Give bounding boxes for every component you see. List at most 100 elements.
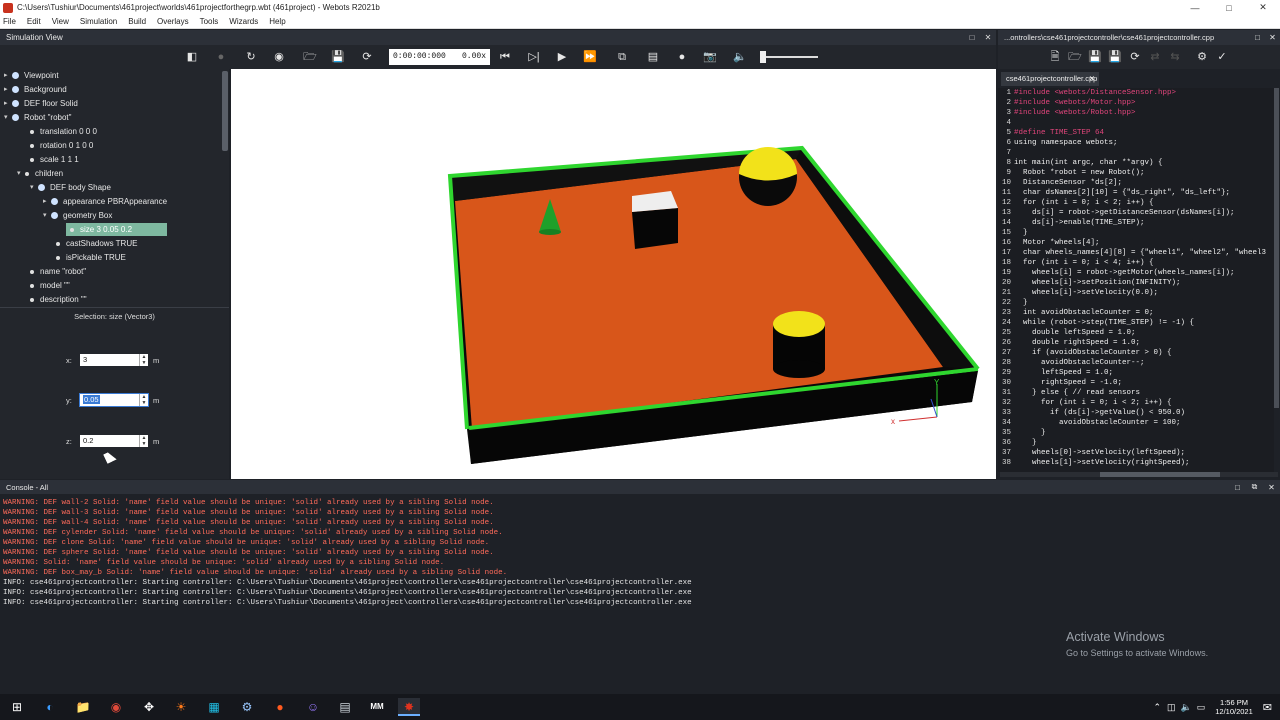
expand-arrow-icon[interactable]: ▸ xyxy=(4,97,12,110)
menu-view[interactable]: View xyxy=(52,17,69,26)
play-icon[interactable]: ▶ xyxy=(555,50,569,64)
tree-item-appearance[interactable]: ▸ appearance PBRAppearance xyxy=(43,195,167,208)
firefox-icon[interactable]: ☀ xyxy=(170,698,192,716)
console-close-icon[interactable]: ✕ xyxy=(1263,483,1280,492)
movie-icon[interactable]: ▤ xyxy=(646,50,660,64)
float-panel-icon[interactable]: □ xyxy=(964,33,980,42)
3d-scene[interactable]: Y x xyxy=(231,69,996,479)
open-file-icon[interactable]: 🗁 xyxy=(1068,50,1082,64)
menu-wizards[interactable]: Wizards xyxy=(229,17,258,26)
tree-field-is-pickable[interactable]: isPickable TRUE xyxy=(56,251,126,264)
tree-field-model[interactable]: model "" xyxy=(30,279,70,292)
x-spinner[interactable]: ▲ ▼ xyxy=(139,354,148,366)
save-all-icon[interactable]: 💾 xyxy=(1108,50,1122,64)
menu-build[interactable]: Build xyxy=(128,17,146,26)
box-obstacle-side[interactable] xyxy=(632,208,678,249)
code-line[interactable]: 32 for (int i = 0; i < 2; i++) { xyxy=(998,398,1274,408)
z-spinner[interactable]: ▲ ▼ xyxy=(139,435,148,447)
eye-icon[interactable]: ◉ xyxy=(272,50,286,64)
code-line[interactable]: 12 for (int i = 0; i < 2; i++) { xyxy=(998,198,1274,208)
code-line[interactable]: 23 int avoidObstacleCounter = 0; xyxy=(998,308,1274,318)
code-line[interactable]: 37 wheels[0]->setVelocity(leftSpeed); xyxy=(998,448,1274,458)
code-line[interactable]: 21 wheels[i]->setVelocity(0.0); xyxy=(998,288,1274,298)
revert-icon[interactable]: ⟳ xyxy=(1128,50,1142,64)
code-line[interactable]: 35 } xyxy=(998,428,1274,438)
code-line[interactable]: 7 xyxy=(998,148,1274,158)
code-line[interactable]: 16 Motor *wheels[4]; xyxy=(998,238,1274,248)
menu-file[interactable]: File xyxy=(3,17,16,26)
save-icon[interactable]: 💾 xyxy=(331,50,345,64)
y-input[interactable]: 0.05 ▲ ▼ xyxy=(79,393,149,407)
tree-field-cast-shadows[interactable]: castShadows TRUE xyxy=(56,237,137,250)
code-line[interactable]: 20 wheels[i]->setPosition(INFINITY); xyxy=(998,278,1274,288)
console-minimize-icon[interactable]: □ xyxy=(1229,483,1246,492)
tree-field-name[interactable]: name "robot" xyxy=(30,265,86,278)
code-line[interactable]: 31 } else { // read sensors xyxy=(998,388,1274,398)
code-vertical-scrollbar[interactable] xyxy=(1274,88,1279,408)
code-horizontal-scrollbar[interactable] xyxy=(1000,472,1278,477)
code-line[interactable]: 14 ds[i]->enable(TIME_STEP); xyxy=(998,218,1274,228)
new-file-icon[interactable]: 🗎 xyxy=(1048,50,1062,64)
collapse-arrow-icon[interactable]: ▾ xyxy=(17,167,25,180)
3d-viewport[interactable]: Y x xyxy=(231,69,996,479)
tree-item-viewpoint[interactable]: ▸ Viewpoint xyxy=(4,69,59,82)
tree-item-robot[interactable]: ▾ Robot "robot" xyxy=(4,111,71,124)
collapse-arrow-icon[interactable]: ▾ xyxy=(43,209,51,222)
x-input[interactable]: 3 ▲ ▼ xyxy=(80,354,148,366)
menu-simulation[interactable]: Simulation xyxy=(80,17,117,26)
cylinder-obstacle-top[interactable] xyxy=(773,311,825,337)
code-line[interactable]: 13 ds[i] = robot->getDistanceSensor(dsNa… xyxy=(998,208,1274,218)
fast-forward-icon[interactable]: ⏩ xyxy=(583,50,597,64)
replace-icon[interactable]: ⇆ xyxy=(1168,50,1182,64)
minimize-icon[interactable]: — xyxy=(1178,3,1212,13)
menu-help[interactable]: Help xyxy=(269,17,285,26)
code-line[interactable]: 3 #include <webots/Robot.hpp> xyxy=(998,108,1274,118)
file-explorer-icon[interactable]: 📁 xyxy=(72,698,94,716)
tree-item-body-shape[interactable]: ▾ DEF body Shape xyxy=(30,181,111,194)
code-line[interactable]: 26 double rightSpeed = 1.0; xyxy=(998,338,1274,348)
code-line[interactable]: 24 while (robot->step(TIME_STEP) != -1) … xyxy=(998,318,1274,328)
close-icon[interactable]: ✕ xyxy=(1246,2,1280,13)
code-line[interactable]: 30 rightSpeed = -1.0; xyxy=(998,378,1274,388)
tree-field-rotation[interactable]: rotation 0 1 0 0 xyxy=(30,139,93,152)
build-gear-icon[interactable]: ⚙ xyxy=(1195,50,1209,64)
code-line[interactable]: 9 Robot *robot = new Robot(); xyxy=(998,168,1274,178)
code-line[interactable]: 28 avoidObstacleCounter--; xyxy=(998,358,1274,368)
taskbar-clock[interactable]: 1:56 PM 12/10/2021 xyxy=(1215,698,1253,716)
tree-field-size-selected[interactable]: size 3 0.05 0.2 xyxy=(66,223,167,236)
render-toggle-icon[interactable]: ⧉ xyxy=(615,50,629,64)
tray-chevron-icon[interactable]: ⌃ xyxy=(1153,702,1161,713)
code-editor[interactable]: 1 #include <webots/DistanceSensor.hpp> 2 #i… xyxy=(998,88,1274,472)
code-line[interactable]: 4 xyxy=(998,118,1274,128)
code-line[interactable]: 27 if (avoidObstacleCounter > 0) { xyxy=(998,348,1274,358)
expand-arrow-icon[interactable]: ▸ xyxy=(4,69,12,82)
code-line[interactable]: 2 #include <webots/Motor.hpp> xyxy=(998,98,1274,108)
collapse-arrow-icon[interactable]: ▾ xyxy=(30,181,38,194)
editor-tab[interactable]: cse461projectcontroller.cpp ✕ xyxy=(1001,72,1099,86)
notification-icon[interactable]: ✉ xyxy=(1263,701,1272,714)
volume-icon[interactable]: 🔈 xyxy=(1181,702,1192,713)
github-desktop-icon[interactable]: ✥ xyxy=(138,698,160,716)
store-icon[interactable]: ▦ xyxy=(203,698,225,716)
code-line[interactable]: 15 } xyxy=(998,228,1274,238)
code-line[interactable]: 36 } xyxy=(998,438,1274,448)
code-line[interactable]: 6 using namespace webots; xyxy=(998,138,1274,148)
find-icon[interactable]: ⇄ xyxy=(1148,50,1162,64)
add-node-icon[interactable]: ● xyxy=(214,50,228,64)
tree-field-children[interactable]: ▾ children xyxy=(17,167,63,180)
code-line[interactable]: 5 #define TIME_STEP 64 xyxy=(998,128,1274,138)
steam-icon[interactable]: ⚙ xyxy=(236,698,258,716)
code-line[interactable]: 38 wheels[1]->setVelocity(rightSpeed); xyxy=(998,458,1274,468)
code-line[interactable]: 10 DistanceSensor *ds[2]; xyxy=(998,178,1274,188)
step-icon[interactable]: ▷| xyxy=(527,50,541,64)
reset-viewpoint-icon[interactable]: ↻ xyxy=(244,50,258,64)
code-line[interactable]: 18 for (int i = 0; i < 4; i++) { xyxy=(998,258,1274,268)
webots-taskbar-icon[interactable]: ✸ xyxy=(398,698,420,716)
tree-field-scale[interactable]: scale 1 1 1 xyxy=(30,153,79,166)
volume-slider-knob[interactable] xyxy=(760,51,766,63)
maximize-icon[interactable]: □ xyxy=(1212,3,1246,13)
close-panel-icon[interactable]: ✕ xyxy=(980,33,996,42)
hide-scene-tree-icon[interactable]: ◧ xyxy=(185,50,199,64)
menu-tools[interactable]: Tools xyxy=(200,17,219,26)
code-line[interactable]: 11 char dsNames[2][10] = {"ds_right", "d… xyxy=(998,188,1274,198)
